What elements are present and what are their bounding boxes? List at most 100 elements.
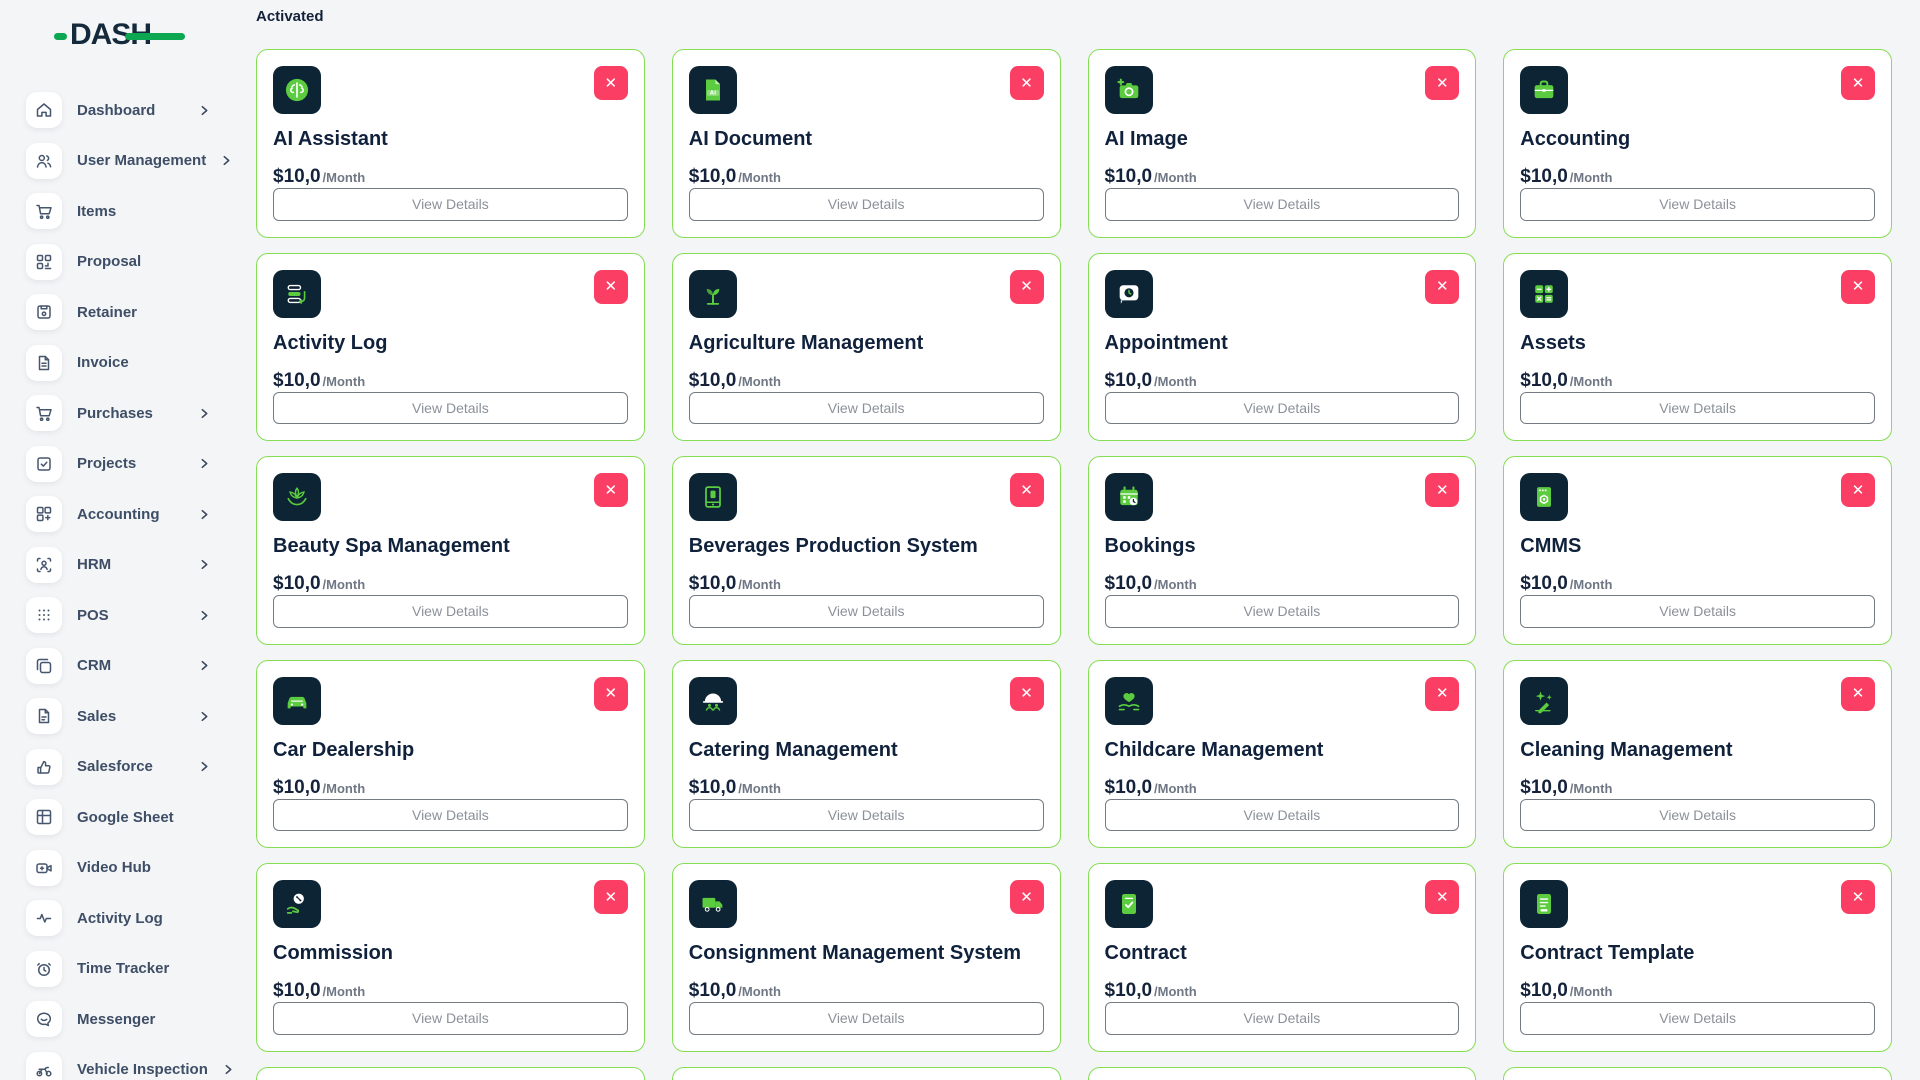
close-icon[interactable]: ✕ [1841,66,1875,100]
view-details-button[interactable]: View Details [689,188,1044,221]
sidebar-item-proposal[interactable]: Proposal [0,237,256,288]
chevron-right-icon [199,408,210,419]
view-details-button[interactable]: View Details [1520,1002,1875,1035]
view-details-button[interactable]: View Details [1520,799,1875,832]
sidebar-item-sales[interactable]: Sales [0,691,256,742]
close-icon[interactable]: ✕ [1010,880,1044,914]
sidebar-item-user-management[interactable]: User Management [0,136,256,187]
sidebar-item-label: POS [77,607,109,624]
card-cleaning-management: ✕Cleaning Management$10,0/MonthView Deta… [1503,660,1892,849]
view-details-button[interactable]: View Details [273,392,628,425]
card-title: Commission [273,942,628,965]
sidebar-item-vehicle-inspection[interactable]: Vehicle Inspection [0,1045,256,1080]
close-icon[interactable]: ✕ [1841,880,1875,914]
vehicle-inspection-icon [26,1052,62,1080]
sidebar-item-accounting[interactable]: Accounting [0,489,256,540]
view-details-button[interactable]: View Details [1520,595,1875,628]
card-title: Bookings [1105,535,1460,558]
price-amount: $10,0 [689,777,737,799]
sidebar-item-invoice[interactable]: Invoice [0,338,256,389]
close-icon[interactable]: ✕ [1841,270,1875,304]
sidebar-item-label: Vehicle Inspection [77,1061,208,1078]
card-title: AI Assistant [273,128,628,151]
view-details-button[interactable]: View Details [689,595,1044,628]
calculator-grid-icon [1520,270,1568,318]
pos-icon [26,597,62,633]
close-icon[interactable]: ✕ [1425,66,1459,100]
doc-check-icon [1105,880,1153,928]
view-details-button[interactable]: View Details [273,188,628,221]
view-details-button[interactable]: View Details [689,1002,1044,1035]
messenger-icon [26,1001,62,1037]
price: $10,0/Month [1520,980,1875,1002]
doc-lines-icon [1520,880,1568,928]
close-icon[interactable]: ✕ [1010,270,1044,304]
price-period: /Month [323,577,366,592]
close-icon[interactable]: ✕ [594,880,628,914]
close-icon[interactable]: ✕ [1425,880,1459,914]
sidebar-item-activity-log[interactable]: Activity Log [0,893,256,944]
price-period: /Month [1570,374,1613,389]
sidebar-item-time-tracker[interactable]: Time Tracker [0,944,256,995]
logo-bar-icon [125,33,185,40]
card-title: Contract [1105,942,1460,965]
close-icon[interactable]: ✕ [594,270,628,304]
sidebar-item-video-hub[interactable]: Video Hub [0,843,256,894]
close-icon[interactable]: ✕ [1010,66,1044,100]
sidebar-item-dashboard[interactable]: Dashboard [0,85,256,136]
price: $10,0/Month [689,573,1044,595]
close-icon[interactable]: ✕ [1425,473,1459,507]
card-title: Beauty Spa Management [273,535,628,558]
sidebar-item-crm[interactable]: CRM [0,641,256,692]
card-agriculture-management: ✕Agriculture Management$10,0/MonthView D… [672,253,1061,442]
close-icon[interactable]: ✕ [594,473,628,507]
crm-icon [26,648,62,684]
close-icon[interactable]: ✕ [1841,677,1875,711]
view-details-button[interactable]: View Details [1105,188,1460,221]
sidebar-item-pos[interactable]: POS [0,590,256,641]
card-childcare-management: ✕Childcare Management$10,0/MonthView Det… [1088,660,1477,849]
price-amount: $10,0 [689,166,737,188]
sidebar-item-purchases[interactable]: Purchases [0,388,256,439]
sidebar-item-items[interactable]: Items [0,186,256,237]
close-icon[interactable]: ✕ [1841,473,1875,507]
sidebar-item-retainer[interactable]: Retainer [0,287,256,338]
sidebar-item-projects[interactable]: Projects [0,439,256,490]
card-ai-image: ✕AI Image$10,0/MonthView Details [1088,49,1477,238]
accounting-icon [26,496,62,532]
price: $10,0/Month [1105,777,1460,799]
close-icon[interactable]: ✕ [1010,677,1044,711]
sidebar-item-google-sheet[interactable]: Google Sheet [0,792,256,843]
view-details-button[interactable]: View Details [1105,1002,1460,1035]
price-period: /Month [738,374,781,389]
view-details-button[interactable]: View Details [273,799,628,832]
view-details-button[interactable]: View Details [1105,595,1460,628]
view-details-button[interactable]: View Details [273,595,628,628]
price-amount: $10,0 [1105,370,1153,392]
sidebar-item-messenger[interactable]: Messenger [0,994,256,1045]
price: $10,0/Month [1520,777,1875,799]
price-period: /Month [1154,374,1197,389]
card-title: Accounting [1520,128,1875,151]
brain-circle-icon [273,66,321,114]
sidebar-item-hrm[interactable]: HRM [0,540,256,591]
view-details-button[interactable]: View Details [1105,799,1460,832]
view-details-button[interactable]: View Details [1520,392,1875,425]
close-icon[interactable]: ✕ [594,66,628,100]
close-icon[interactable]: ✕ [594,677,628,711]
close-icon[interactable]: ✕ [1425,270,1459,304]
view-details-button[interactable]: View Details [1520,188,1875,221]
chevron-right-icon [199,559,210,570]
view-details-button[interactable]: View Details [1105,392,1460,425]
view-details-button[interactable]: View Details [689,799,1044,832]
sidebar-item-salesforce[interactable]: Salesforce [0,742,256,793]
home-icon [26,92,62,128]
view-details-button[interactable]: View Details [273,1002,628,1035]
lotus-icon [273,473,321,521]
card-assets: ✕Assets$10,0/MonthView Details [1503,253,1892,442]
price: $10,0/Month [689,980,1044,1002]
close-icon[interactable]: ✕ [1425,677,1459,711]
view-details-button[interactable]: View Details [689,392,1044,425]
close-icon[interactable]: ✕ [1010,473,1044,507]
card-title: AI Image [1105,128,1460,151]
